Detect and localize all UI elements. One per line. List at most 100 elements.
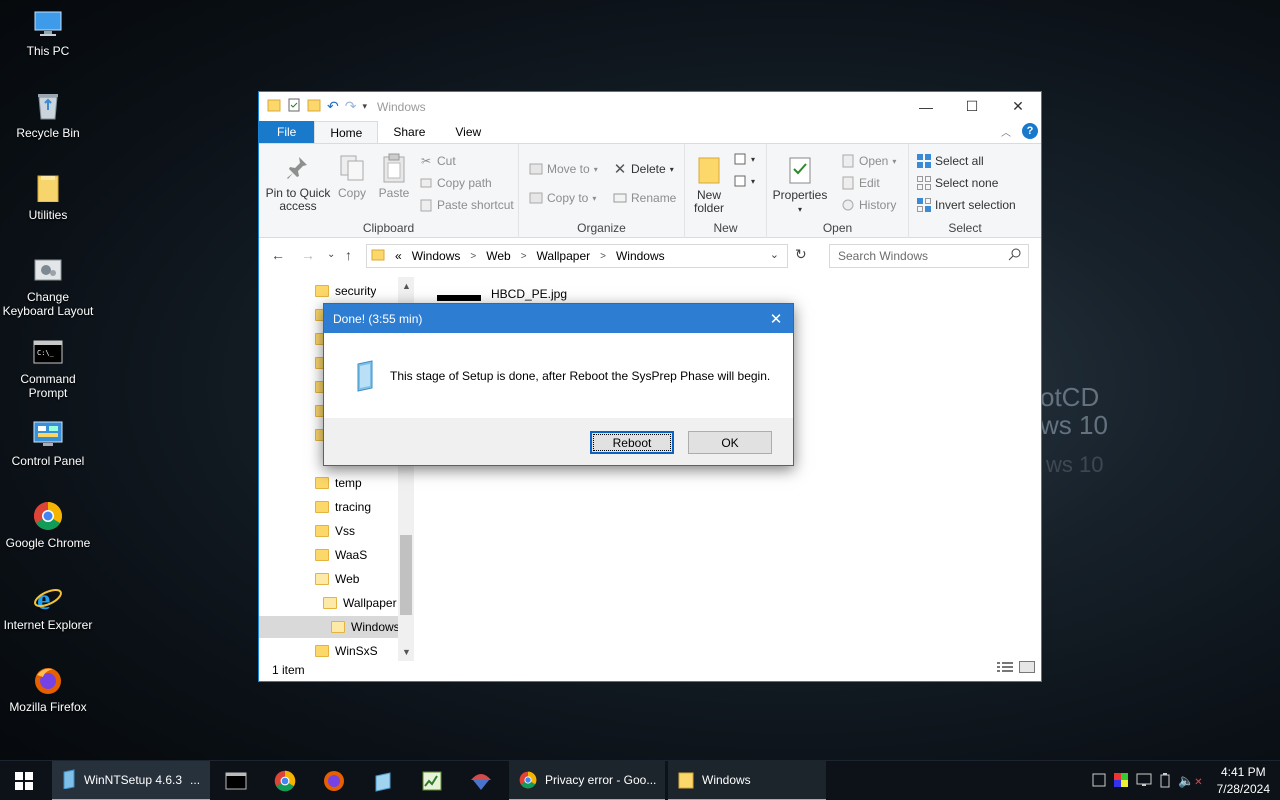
desktop-icon-google-chrome[interactable]: Google Chrome xyxy=(0,500,96,550)
tree-item[interactable]: WaaS xyxy=(315,544,367,566)
tree-item[interactable]: Web xyxy=(315,568,359,590)
paste-button[interactable]: Paste xyxy=(375,152,413,200)
taskbar-command-prompt[interactable] xyxy=(212,761,260,800)
taskbar-chrome[interactable] xyxy=(261,761,309,800)
refresh-button[interactable]: ↻ xyxy=(795,246,807,263)
taskbar-firefox[interactable] xyxy=(310,761,358,800)
taskbar-clock[interactable]: 4:41 PM 7/28/2024 xyxy=(1217,764,1270,798)
back-button[interactable]: ← xyxy=(271,247,285,263)
maximize-button[interactable]: ☐ xyxy=(949,92,995,121)
invert-selection-button[interactable]: Invert selection xyxy=(917,198,1016,212)
color-app-icon[interactable] xyxy=(1114,772,1129,790)
desktop-icon-change-keyboard-layout[interactable]: Change Keyboard Layout xyxy=(0,254,96,318)
ok-button[interactable]: OK xyxy=(688,431,772,454)
tree-item[interactable]: Vss xyxy=(315,520,355,542)
paste-shortcut-button[interactable]: Paste shortcut xyxy=(419,198,514,212)
new-folder-icon[interactable] xyxy=(307,98,321,115)
search-input[interactable]: Search Windows xyxy=(829,244,1029,268)
copy-path-button[interactable]: Copy path xyxy=(419,176,492,190)
breadcrumb-wallpaper[interactable]: Wallpaper xyxy=(537,249,591,263)
chevron-right-icon[interactable]: > xyxy=(600,251,606,262)
taskbar-chrome-window[interactable]: Privacy error - Goo... xyxy=(509,761,665,800)
computer-icon xyxy=(32,8,64,40)
tree-item[interactable]: tracing xyxy=(315,496,371,518)
copy-to-button[interactable]: Copy to ▾ xyxy=(529,191,596,205)
large-icons-view-icon[interactable] xyxy=(1019,661,1035,676)
address-bar[interactable]: « Windows > Web > Wallpaper > Windows ⌄ xyxy=(366,244,788,268)
breadcrumb-windows[interactable]: Windows xyxy=(412,249,461,263)
collapse-ribbon-icon[interactable]: ︿ xyxy=(1001,124,1011,139)
volume-muted-icon[interactable]: 🔈✕ xyxy=(1178,773,1203,789)
tab-home[interactable]: Home xyxy=(314,121,379,143)
tree-item[interactable]: Wallpaper xyxy=(323,592,397,614)
tree-item-selected[interactable]: Windows xyxy=(259,616,398,638)
properties-button[interactable]: Properties ▾ xyxy=(771,154,829,216)
network-tool-icon xyxy=(471,774,491,790)
dialog-close-button[interactable]: ✕ xyxy=(759,304,793,333)
battery-icon[interactable] xyxy=(1160,772,1170,791)
tree-item[interactable]: security xyxy=(315,280,376,302)
copy-button[interactable]: Copy xyxy=(333,152,371,200)
taskbar-app-chart[interactable] xyxy=(408,761,456,800)
scrollbar-thumb[interactable] xyxy=(400,535,412,615)
breadcrumb-windows-current[interactable]: Windows xyxy=(616,249,665,263)
clock-date: 7/28/2024 xyxy=(1216,782,1270,796)
taskbar-app-network[interactable] xyxy=(457,761,505,800)
tree-item[interactable]: WinSxS xyxy=(315,640,378,662)
breadcrumb-overflow[interactable]: « xyxy=(395,249,402,263)
properties-icon[interactable] xyxy=(287,98,301,115)
open-button[interactable]: Open ▾ xyxy=(841,154,896,168)
taskbar-explorer-window[interactable]: Windows xyxy=(668,761,826,800)
pin-to-quick-access-button[interactable]: Pin to Quick access xyxy=(263,152,333,213)
customize-qat-icon[interactable]: ▾ xyxy=(362,101,367,112)
desktop-icon-this-pc[interactable]: This PC xyxy=(0,8,96,58)
desktop-icon-control-panel[interactable]: Control Panel xyxy=(0,418,96,468)
help-icon[interactable]: ? xyxy=(1022,123,1038,139)
forward-button[interactable]: → xyxy=(301,247,315,263)
new-item-button[interactable]: ▾ xyxy=(733,152,755,166)
undo-icon[interactable]: ↶ xyxy=(327,98,339,115)
display-icon[interactable] xyxy=(1136,773,1152,790)
tab-share[interactable]: Share xyxy=(378,121,440,143)
desktop-icon-internet-explorer[interactable]: e Internet Explorer xyxy=(0,582,96,632)
desktop-icon-command-prompt[interactable]: C:\_ Command Prompt xyxy=(0,336,96,400)
image-thumbnail xyxy=(437,295,481,301)
taskbar-app-setup[interactable] xyxy=(359,761,407,800)
desktop-icon-mozilla-firefox[interactable]: Mozilla Firefox xyxy=(0,664,96,714)
recent-locations-button[interactable]: ⌄ xyxy=(327,249,335,260)
start-button[interactable] xyxy=(0,761,48,800)
breadcrumb-web[interactable]: Web xyxy=(486,249,510,263)
chevron-right-icon[interactable]: > xyxy=(521,251,527,262)
rename-button[interactable]: Rename xyxy=(613,191,676,205)
tab-file[interactable]: File xyxy=(259,121,315,143)
tree-item[interactable]: temp xyxy=(315,472,362,494)
delete-button[interactable]: ✕ Delete ▾ xyxy=(613,161,674,178)
desktop-icon-utilities[interactable]: Utilities xyxy=(0,172,96,222)
details-view-icon[interactable] xyxy=(997,661,1013,676)
new-folder-button[interactable]: New folder xyxy=(689,154,729,215)
scroll-down-icon[interactable]: ▼ xyxy=(402,647,411,657)
explorer-titlebar[interactable]: ↶ ↷ ▾ Windows — ☐ ✕ xyxy=(259,92,1041,121)
select-none-button[interactable]: Select none xyxy=(917,176,998,190)
desktop-icon-recycle-bin[interactable]: Recycle Bin xyxy=(0,90,96,140)
tray-app-icon[interactable] xyxy=(1092,773,1106,790)
redo-icon[interactable]: ↷ xyxy=(345,98,357,115)
select-all-button[interactable]: Select all xyxy=(917,154,984,168)
chevron-right-icon[interactable]: > xyxy=(470,251,476,262)
tab-view[interactable]: View xyxy=(440,121,496,143)
dialog-titlebar[interactable]: Done! (3:55 min) ✕ xyxy=(324,304,793,333)
edit-button[interactable]: Edit xyxy=(841,176,880,190)
file-item[interactable]: HBCD_PE.jpg xyxy=(437,287,567,301)
address-dropdown-icon[interactable]: ⌄ xyxy=(770,248,779,261)
easy-access-button[interactable]: ▾ xyxy=(733,174,755,188)
scroll-up-icon[interactable]: ▲ xyxy=(402,281,411,291)
move-to-button[interactable]: Move to ▾ xyxy=(529,162,598,176)
up-button[interactable]: ↑ xyxy=(345,247,352,263)
minimize-button[interactable]: — xyxy=(903,92,949,121)
cmd-icon xyxy=(225,772,247,790)
taskbar-winntsetup[interactable]: WinNTSetup 4.6.3 ... xyxy=(52,761,210,800)
reboot-button[interactable]: Reboot xyxy=(590,431,674,454)
close-button[interactable]: ✕ xyxy=(995,92,1041,121)
history-button[interactable]: History xyxy=(841,198,896,212)
cut-button[interactable]: ✂ Cut xyxy=(419,154,456,168)
